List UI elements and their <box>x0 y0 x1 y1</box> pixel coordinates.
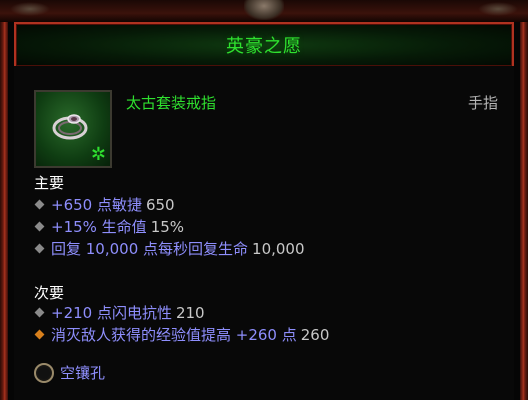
socket-icon <box>34 362 54 383</box>
diamond-bullet-icon <box>34 329 45 340</box>
empty-socket: 空镶孔 <box>34 362 105 383</box>
stat-line: +650 点敏捷 650 <box>34 194 175 215</box>
diamond-bullet-icon <box>34 199 45 210</box>
primary-label: 主要 <box>34 174 65 192</box>
socket-label: 空镶孔 <box>60 364 106 382</box>
secondary-label: 次要 <box>34 284 65 302</box>
item-icon-box: ✲ <box>34 90 112 168</box>
frame-border-left <box>0 0 8 400</box>
ring-icon <box>52 114 88 140</box>
top-ornament <box>0 0 528 22</box>
stat-line: +15% 生命值 15% <box>34 216 184 237</box>
tooltip-body: ✲ 太古套装戒指 手指 主要 +650 点敏捷 650 +15% 生命值 15% 回… <box>14 66 514 400</box>
diamond-bullet-icon <box>34 307 45 318</box>
item-name: 太古套装戒指 <box>126 94 217 112</box>
diamond-bullet-icon <box>34 221 45 232</box>
set-item-icon: ✲ <box>90 144 106 165</box>
item-slot: 手指 <box>467 94 498 112</box>
title-bar: 英豪之愿 <box>14 22 514 68</box>
horn-ornament-left <box>10 2 50 16</box>
stat-line: +210 点闪电抗性 210 <box>34 302 205 323</box>
diamond-bullet-icon <box>34 243 45 254</box>
item-tooltip: 英豪之愿 ✲ 太古套装戒指 手指 主要 +650 点敏捷 650 +15% 生命值… <box>0 0 528 400</box>
stat-line: 消灭敌人获得的经验值提高 +260 点 260 <box>34 324 329 345</box>
frame-border-right <box>520 0 528 400</box>
stat-line: 回复 10,000 点每秒回复生命 10,000 <box>34 238 305 259</box>
skull-ornament <box>244 0 284 20</box>
horn-ornament-right <box>478 2 518 16</box>
item-title: 英豪之愿 <box>226 36 302 57</box>
